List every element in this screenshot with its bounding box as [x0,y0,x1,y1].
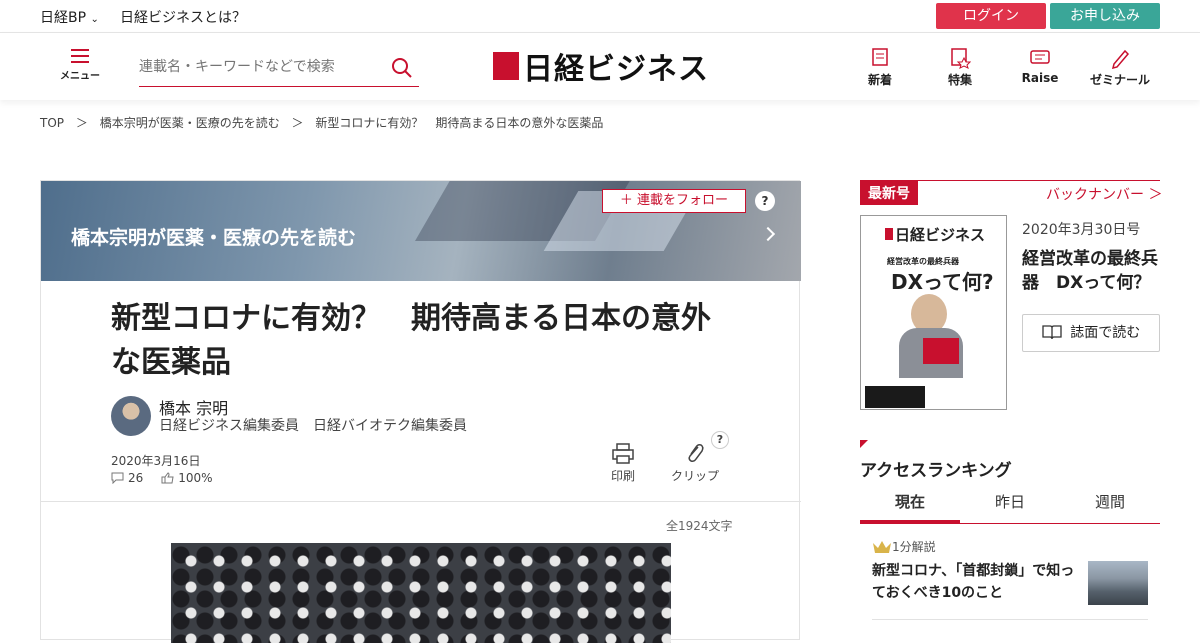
author-avatar[interactable] [111,396,151,436]
tab-yesterday[interactable]: 昨日 [960,486,1060,523]
comment-icon[interactable] [111,472,124,484]
article-card: 橋本宗明が医薬・医療の先を読む ＋ 連載をフォロー ? 新型コロナに有効？ 期待… [40,180,801,643]
ranking-item-thumbnail[interactable] [1088,561,1148,605]
site-header: メニュー 日経ビジネス 新着 特集 Raise ゼミナール [0,33,1200,100]
issue-date: 2020年3月30日号 [1022,222,1141,238]
hamburger-icon [71,49,89,63]
article-photo [171,543,671,643]
print-button[interactable]: 印刷 [611,443,635,484]
comment-count[interactable]: 26 [128,471,143,485]
series-title: 橋本宗明が医薬・医療の先を読む [71,227,357,249]
nav-new-label: 新着 [867,73,892,87]
tab-now[interactable]: 現在 [860,486,960,523]
ranking-title: アクセスランキング [860,461,1012,481]
thumbs-up-icon[interactable] [161,472,174,484]
cover-headline: DXって何? [891,270,994,294]
chevron-right-icon [760,226,776,242]
ranking-tabs: 現在 昨日 週間 [860,486,1160,524]
follow-series-button[interactable]: ＋ 連載をフォロー [602,189,746,213]
crown-icon [873,540,891,553]
nav-new[interactable]: 新着 [845,47,915,88]
clip-button[interactable]: クリップ [671,443,719,484]
breadcrumb-top[interactable]: TOP [40,116,64,130]
read-magazine-button[interactable]: 誌面で読む [1022,314,1160,352]
issue-title[interactable]: 経営改革の最終兵器 DXって何？ [1022,247,1162,295]
cover-sidebox [865,386,925,408]
divider [872,619,1148,620]
logo-text: 日経ビジネス [523,52,709,87]
read-magazine-label: 誌面で読む [1070,325,1141,341]
menu-button[interactable]: メニュー [58,49,102,89]
breadcrumb: TOP ＞ 橋本宗明が医薬・医療の先を読む ＞ 新型コロナに有効？ 期待高まる日… [40,114,611,131]
menu-label: メニュー [60,71,100,82]
pen-icon [1111,49,1130,69]
search-box [139,53,419,87]
brand-label: 日経BP [40,10,87,26]
logo-mark [493,52,519,80]
print-label: 印刷 [611,469,636,483]
cover-laptop [923,338,959,364]
nav-raise[interactable]: Raise [1005,47,1075,85]
char-count: 全1924文字 [666,519,733,533]
breadcrumb-current: 新型コロナに有効？ 期待高まる日本の意外な医薬品 [315,116,604,130]
help-icon[interactable]: ? [755,191,775,211]
nav-feature[interactable]: 特集 [925,47,995,88]
cover-logo: 日経ビジネス [885,224,985,245]
site-logo[interactable]: 日経ビジネス [493,48,709,87]
divider [41,501,801,502]
ranking-item-title[interactable]: 新型コロナ、「首都封鎖」で知っておくべき10のこと [872,560,1077,604]
rank-badge: 1分解説 [872,538,936,555]
tab-weekly[interactable]: 週間 [1060,486,1160,523]
article-date: 2020年3月16日 [111,454,201,468]
rank-badge-label: 1分解説 [892,540,936,554]
nav-seminar[interactable]: ゼミナール [1085,47,1155,88]
chevron-down-icon: ⌄ [90,14,99,25]
new-icon [872,48,888,66]
feature-icon [951,48,971,69]
nav-feature-label: 特集 [947,73,972,87]
article-title: 新型コロナに有効？ 期待高まる日本の意外な医薬品 [111,301,711,380]
magazine-cover[interactable]: 日経ビジネス 経営改革の最終兵器 DXって何? [860,215,1007,410]
breadcrumb-sep: ＞ [75,116,88,130]
backnumber-link[interactable]: バックナンバー ＞ [1046,184,1162,204]
like-rate: 100% [178,471,213,485]
about-link[interactable]: 日経ビジネスとは？ [120,7,246,27]
author-role: 日経ビジネス編集委員 日経バイオテク編集委員 [159,418,467,434]
clip-label: クリップ [671,469,720,483]
book-icon [1042,325,1062,340]
top-bar: 日経BP ⌄ 日経ビジネスとは？ ログイン お申し込み [0,0,1200,33]
breadcrumb-series[interactable]: 橋本宗明が医薬・医療の先を読む [100,116,280,130]
search-input[interactable] [139,53,379,81]
search-icon[interactable] [391,57,413,79]
ranking-marker [860,440,868,448]
brand-menu[interactable]: 日経BP ⌄ [40,7,99,27]
raise-icon [1030,50,1050,64]
article-stats: 26 100% [111,471,213,485]
latest-issue-label: 最新号 [860,181,918,205]
printer-icon [612,443,634,464]
breadcrumb-sep: ＞ [291,116,304,130]
nav-raise-label: Raise [1021,71,1059,85]
help-icon[interactable]: ? [711,431,729,449]
apply-button[interactable]: お申し込み [1050,3,1160,29]
login-button[interactable]: ログイン [936,3,1046,29]
nav-seminar-label: ゼミナール [1089,73,1150,87]
paperclip-icon [688,444,704,462]
series-banner[interactable]: 橋本宗明が医薬・医療の先を読む ＋ 連載をフォロー ? [41,181,801,281]
